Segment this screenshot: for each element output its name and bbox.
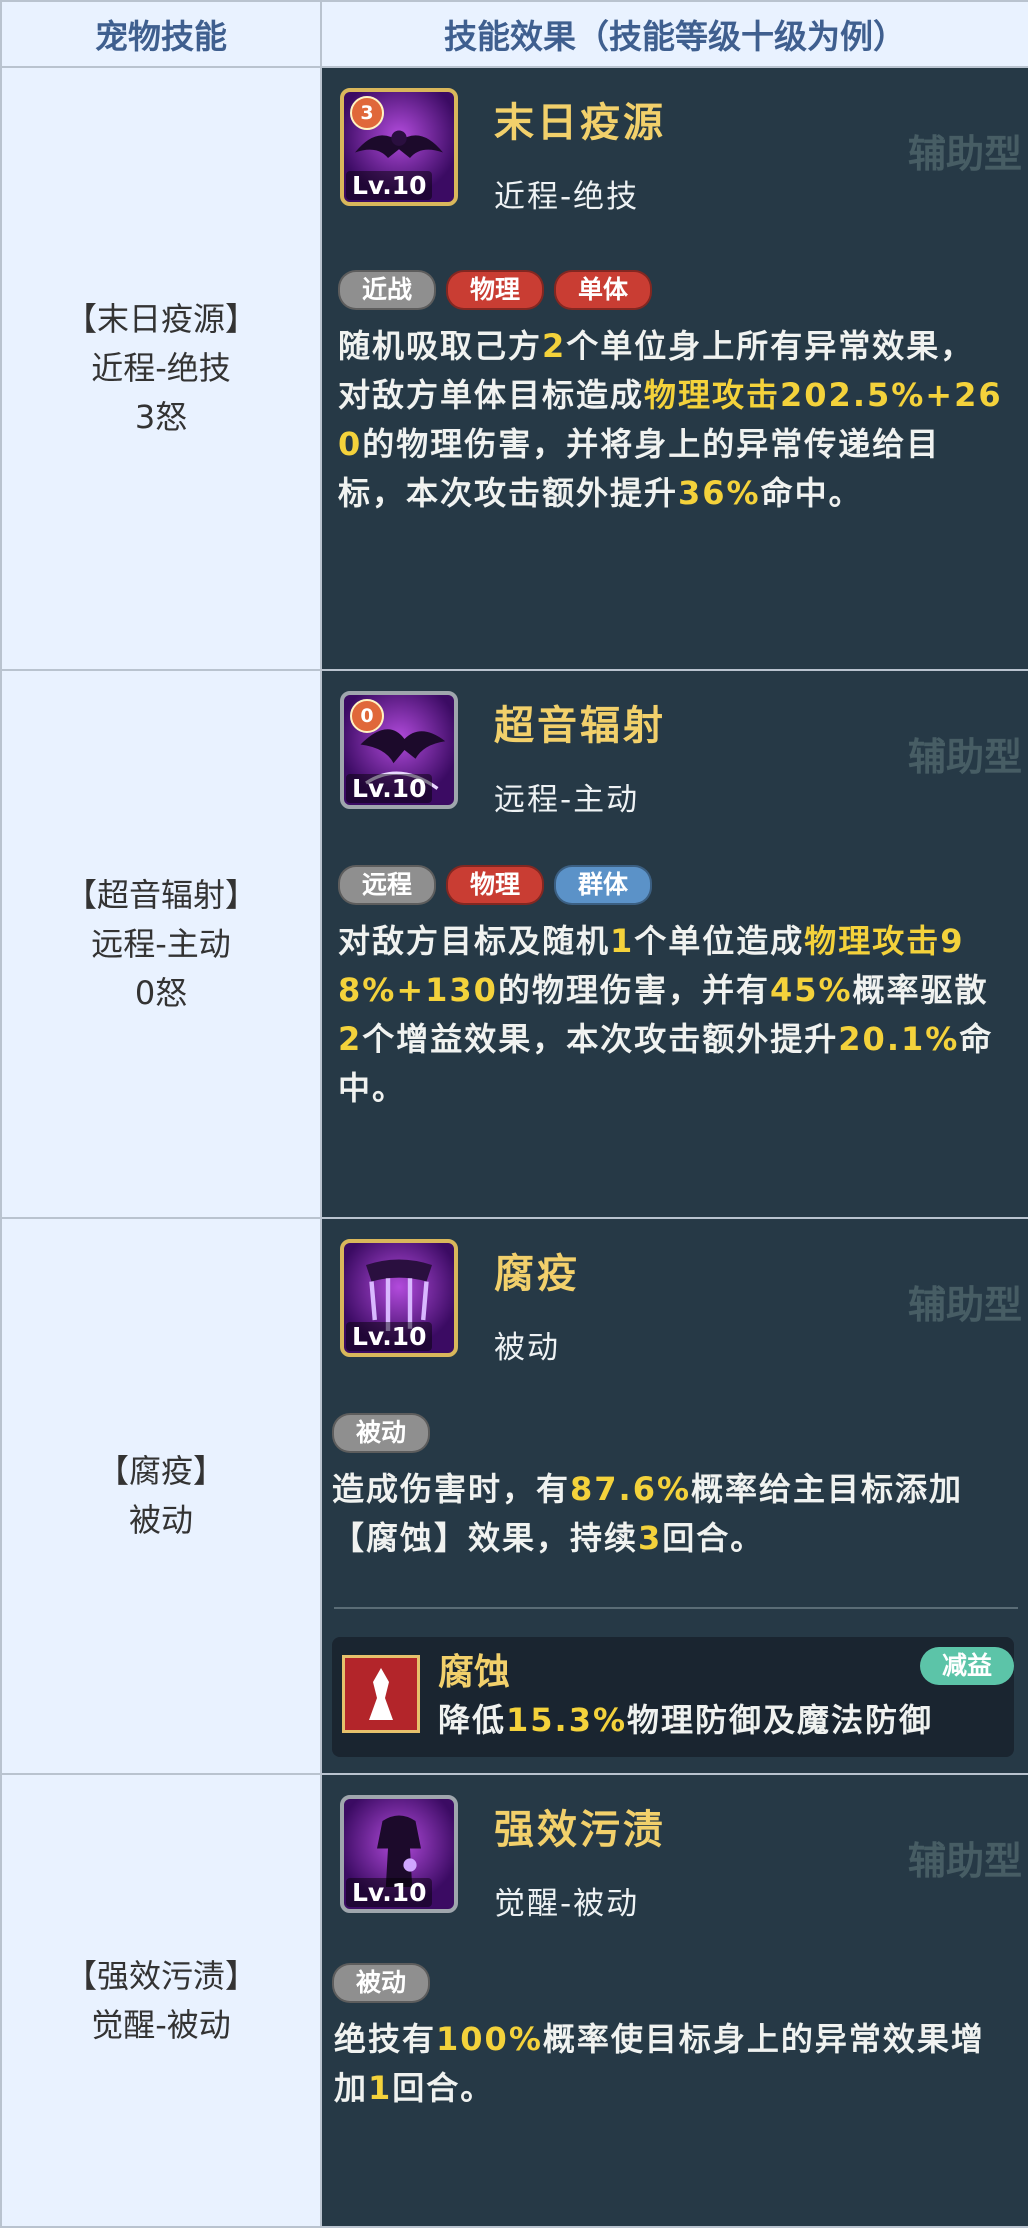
skill-summary: 【末日疫源】 近程-绝技 3怒 xyxy=(0,66,322,671)
effect-description: 降低15.3%物理防御及魔法防御 xyxy=(438,1701,934,1739)
skill-summary-type: 近程-绝技 xyxy=(91,349,231,387)
skill-tags: 被动 xyxy=(332,1963,431,2003)
skill-summary-rage: 3怒 xyxy=(134,398,188,436)
tag-single: 单体 xyxy=(554,270,653,310)
skill-tags: 被动 xyxy=(332,1413,431,1453)
skill-name: 末日疫源 xyxy=(494,100,666,146)
tag-physical: 物理 xyxy=(446,865,545,905)
skill-summary-type: 觉醒-被动 xyxy=(91,2005,231,2044)
skill-level: Lv.10 xyxy=(346,1322,433,1351)
skill-tags: 远程 物理 群体 xyxy=(338,865,653,905)
effect-name: 腐蚀 xyxy=(438,1652,511,1693)
bat-skill-icon: 3 Lv.10 xyxy=(340,88,458,206)
skill-summary-type: 远程-主动 xyxy=(91,924,231,963)
skill-card: 辅助型 3 Lv.10 末日疫源 近程-绝技 近战 物理 单体 随机吸取己方2个… xyxy=(320,66,1028,671)
skill-description: 随机吸取己方2个单位身上所有异常效果，对敌方单体目标造成物理攻击202.5%+2… xyxy=(338,327,1003,512)
skill-level: Lv.10 xyxy=(346,774,433,803)
tag-passive: 被动 xyxy=(332,1413,431,1453)
header-row: 宠物技能 技能效果（技能等级十级为例） xyxy=(0,0,1028,68)
skill-type: 远程-主动 xyxy=(494,782,640,818)
skill-card: 辅助型 Lv.10 腐疫 被动 被动 造成伤害时，有87.6%概率给主目标添加【… xyxy=(320,1217,1028,1775)
skill-summary-name: 【强效污渍】 xyxy=(64,1956,257,1995)
table-row: 【超音辐射】 远程-主动 0怒 辅助型 0 Lv.10 超音辐射 远程-主动 远… xyxy=(0,669,1028,1219)
skill-description: 对敌方目标及随机1个单位造成物理攻击98%+130的物理伤害，并有45%概率驱散… xyxy=(338,922,994,1107)
skill-summary-name: 【末日疫源】 xyxy=(64,300,257,338)
skill-card: 辅助型 Lv.10 强效污渍 觉醒-被动 被动 绝技有100%概率使目标身上的异… xyxy=(320,1773,1028,2228)
corrosion-icon xyxy=(342,1655,420,1733)
rage-badge: 0 xyxy=(350,699,384,733)
skill-card: 辅助型 0 Lv.10 超音辐射 远程-主动 远程 物理 群体 对敌方目标及随机… xyxy=(320,669,1028,1219)
skill-summary-name: 【腐疫】 xyxy=(96,1452,225,1490)
skill-tags: 近战 物理 单体 xyxy=(338,270,653,310)
skill-name: 腐疫 xyxy=(494,1251,580,1297)
debuff-badge: 减益 xyxy=(919,1647,1014,1685)
header-pet-skill: 宠物技能 xyxy=(0,0,322,68)
skill-level: Lv.10 xyxy=(346,171,433,200)
table-row: 【强效污渍】 觉醒-被动 辅助型 Lv.10 强效污渍 觉醒-被动 被动 绝技有… xyxy=(0,1773,1028,2228)
skill-summary-name: 【超音辐射】 xyxy=(64,875,257,914)
skill-name: 强效污渍 xyxy=(494,1807,666,1853)
header-skill-effect: 技能效果（技能等级十级为例） xyxy=(320,0,1028,68)
stain-skill-icon: Lv.10 xyxy=(340,1795,458,1913)
rage-badge: 3 xyxy=(350,96,384,130)
skill-type: 被动 xyxy=(494,1330,560,1366)
skill-description: 绝技有100%概率使目标身上的异常效果增加1回合。 xyxy=(334,2020,985,2107)
skill-summary: 【超音辐射】 远程-主动 0怒 xyxy=(0,669,322,1219)
divider xyxy=(334,1607,1018,1609)
tag-melee: 近战 xyxy=(338,270,437,310)
background-decoration: 辅助型 xyxy=(908,1839,1023,1883)
skill-summary: 【强效污渍】 觉醒-被动 xyxy=(0,1773,322,2228)
plague-skill-icon: Lv.10 xyxy=(340,1239,458,1357)
tag-passive: 被动 xyxy=(332,1963,431,2003)
table-row: 【末日疫源】 近程-绝技 3怒 辅助型 3 Lv.10 末日疫源 近程-绝技 近… xyxy=(0,66,1028,671)
skill-type: 觉醒-被动 xyxy=(494,1886,640,1922)
skills-table: 宠物技能 技能效果（技能等级十级为例） 【末日疫源】 近程-绝技 3怒 辅助型 … xyxy=(0,0,1028,2228)
tag-group: 群体 xyxy=(554,865,653,905)
skill-level: Lv.10 xyxy=(346,1878,433,1907)
skill-summary: 【腐疫】 被动 xyxy=(0,1217,322,1775)
skill-type: 近程-绝技 xyxy=(494,179,640,215)
tag-physical: 物理 xyxy=(446,270,545,310)
skill-description: 造成伤害时，有87.6%概率给主目标添加【腐蚀】效果，持续3回合。 xyxy=(332,1470,964,1557)
skill-summary-rage: 0怒 xyxy=(134,973,188,1012)
status-effect-card: 腐蚀 减益 降低15.3%物理防御及魔法防御 xyxy=(332,1637,1014,1757)
skill-name: 超音辐射 xyxy=(494,703,666,749)
tag-ranged: 远程 xyxy=(338,865,437,905)
skill-summary-type: 被动 xyxy=(128,1501,193,1539)
sonic-bat-icon: 0 Lv.10 xyxy=(340,691,458,809)
table-row: 【腐疫】 被动 辅助型 Lv.10 腐疫 被动 被动 造成伤害时，有87.6%概… xyxy=(0,1217,1028,1775)
